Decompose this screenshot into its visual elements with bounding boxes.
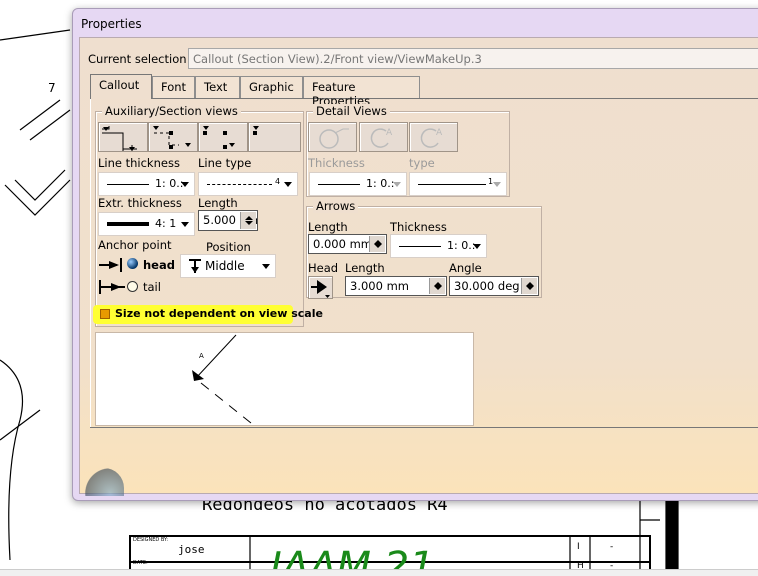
callout-preview-graphic: A: [192, 334, 252, 424]
spinner[interactable]: [429, 278, 445, 294]
line-thickness-dropdown[interactable]: 1: 0.:: [98, 172, 195, 196]
tab-graphic[interactable]: Graphic: [240, 76, 303, 98]
status-bar: [0, 569, 758, 576]
designed-by-label: DESIGNED BY:: [133, 537, 168, 543]
filled-arrow-icon: [311, 280, 330, 298]
arrow-length-value: 0.000 mm: [313, 237, 372, 251]
chevron-down-icon: [473, 244, 481, 253]
callout-arrow-only-icon: [253, 126, 259, 135]
arrow-length-input[interactable]: 0.000 mm: [308, 234, 387, 254]
length-input[interactable]: 5.000 mm: [198, 210, 258, 231]
detail-type-dropdown[interactable]: 1: [409, 172, 507, 196]
chevron-down-icon: [284, 182, 292, 191]
divider: [90, 427, 758, 428]
chevron-down-icon: [181, 222, 189, 231]
arrow-tail-anchor-icon: [99, 280, 125, 294]
current-selection-label: Current selection :: [88, 52, 195, 66]
callout-ends-icon: [203, 126, 235, 149]
svg-text:A: A: [436, 128, 443, 138]
spinner[interactable]: [240, 212, 256, 229]
detail-thickness-label: Thickness: [308, 156, 365, 170]
chevron-down-icon: [493, 182, 501, 191]
tab-text[interactable]: Text: [195, 76, 240, 98]
dialog-title: Properties: [81, 17, 142, 31]
spinner[interactable]: [369, 236, 385, 252]
angle-label: Angle: [449, 261, 482, 275]
chevron-down-icon: [262, 264, 270, 273]
current-selection-field[interactable]: Callout (Section View).2/Front view/View…: [188, 48, 758, 69]
aux-section-title: Auxiliary/Section views: [102, 104, 241, 118]
detail-circle-button[interactable]: [308, 122, 357, 152]
position-value: Middle: [205, 259, 245, 273]
detail-circle-icon: [319, 128, 349, 149]
callout-preview: A: [95, 332, 474, 426]
head-length-label: Length: [345, 261, 385, 275]
line-type-dropdown[interactable]: 4: [198, 172, 298, 196]
detail-circle-arrow-icon: A: [370, 128, 393, 148]
middle-anchor-icon: [189, 259, 201, 273]
chevron-down-icon: [393, 182, 401, 191]
head-type-button[interactable]: [308, 276, 333, 299]
detail-circle-label-2-button[interactable]: A: [409, 122, 458, 152]
tab-font[interactable]: Font: [152, 76, 195, 98]
arrow-thickness-dropdown[interactable]: 1: 0.:: [390, 234, 487, 258]
line-thickness-value: 1: 0.:: [155, 177, 184, 190]
angle-input[interactable]: 30.000 deg: [449, 276, 539, 296]
arrow-thickness-value: 1: 0.:: [447, 239, 476, 252]
extr-thickness-dropdown[interactable]: 4: 1: [98, 212, 195, 236]
size-checkbox-label: Size not dependent on view scale: [115, 307, 323, 320]
svg-text:A: A: [386, 128, 393, 138]
callout-style-3-button[interactable]: [198, 122, 248, 152]
designer-name: jose: [178, 543, 205, 556]
detail-circle-label-button[interactable]: A: [359, 122, 408, 152]
callout-style-4-button[interactable]: [248, 122, 301, 152]
arrow-thickness-label: Thickness: [390, 220, 447, 234]
preview-label: A: [199, 352, 204, 360]
globe-logo: [78, 468, 124, 496]
length-label: Length: [198, 196, 238, 210]
tail-label: tail: [143, 280, 161, 294]
head-type-label: Head: [308, 261, 339, 275]
arrow-head-anchor-icon: [99, 258, 122, 272]
arrows-title: Arrows: [313, 199, 359, 213]
position-dropdown[interactable]: Middle: [180, 254, 276, 278]
rev-value: -: [610, 542, 613, 552]
anchor-point-label: Anchor point: [98, 238, 172, 252]
radio-tail[interactable]: [127, 281, 138, 292]
detail-thickness-value: 1: 0.:: [366, 177, 395, 190]
callout-style-2-button[interactable]: [148, 122, 198, 152]
dimension-label: 7: [48, 81, 56, 95]
tab-callout[interactable]: Callout: [90, 74, 152, 99]
rev-label: I: [577, 542, 580, 552]
size-checkbox[interactable]: [100, 309, 110, 319]
date-label: DATE:: [133, 560, 148, 566]
tab-feature-properties[interactable]: Feature Properties: [303, 76, 420, 108]
callout-dashed-icon: [153, 126, 191, 149]
line-type-label: Line type: [198, 156, 252, 170]
detail-arc-icon: A: [420, 128, 443, 148]
position-label: Position: [206, 240, 251, 254]
callout-style-1-button[interactable]: [98, 122, 148, 153]
angle-value: 30.000 deg: [454, 279, 520, 293]
head-length-input[interactable]: 3.000 mm: [345, 276, 447, 296]
callout-step-icon: [102, 126, 137, 153]
spinner[interactable]: [521, 278, 537, 294]
radio-head[interactable]: [127, 258, 138, 269]
detail-type-label: type: [409, 156, 435, 170]
arrow-length-label: Length: [308, 220, 348, 234]
head-length-value: 3.000 mm: [350, 279, 409, 293]
head-label: head: [143, 258, 175, 272]
line-thickness-label: Line thickness: [98, 156, 180, 170]
chevron-down-icon: [181, 182, 189, 191]
line-type-value: 4: [275, 177, 281, 186]
extr-thickness-value: 4: 1: [155, 217, 177, 230]
extr-thickness-label: Extr. thickness: [98, 196, 182, 210]
detail-views-title: Detail Views: [313, 104, 390, 118]
detail-thickness-dropdown[interactable]: 1: 0.:: [309, 172, 407, 196]
